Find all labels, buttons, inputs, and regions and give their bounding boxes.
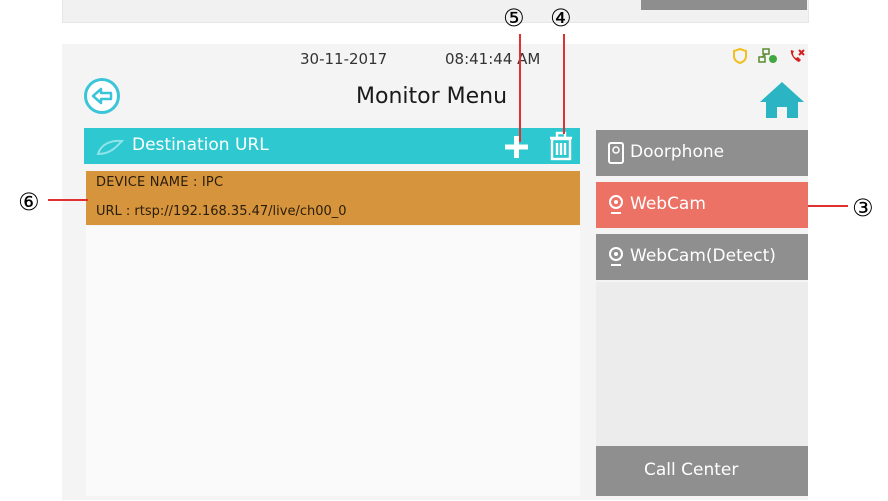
side-menu-label: WebCam	[630, 194, 706, 214]
home-icon	[760, 82, 804, 118]
home-button[interactable]	[758, 80, 806, 120]
webcam-icon	[609, 247, 623, 266]
callout-4: ④	[550, 4, 572, 32]
side-menu-webcam[interactable]: WebCam	[596, 182, 808, 228]
shield-icon	[733, 48, 747, 64]
page-title: Monitor Menu	[356, 84, 508, 109]
call-center-label: Call Center	[644, 460, 739, 480]
side-menu-webcam-detect[interactable]: WebCam(Detect)	[596, 234, 808, 280]
back-button[interactable]	[84, 78, 120, 114]
status-time-value: 08:41:44	[445, 50, 513, 68]
device-name-text: DEVICE NAME : IPC	[96, 175, 224, 190]
status-date: 30-11-2017	[300, 50, 388, 68]
arrow-left-icon	[91, 87, 113, 105]
callout-line-5	[519, 34, 521, 142]
destination-list-empty-area	[86, 226, 580, 496]
add-button[interactable]	[502, 133, 532, 161]
url-text: URL : rtsp://192.168.35.47/live/ch00_0	[96, 204, 347, 219]
callout-3: ③	[852, 194, 874, 222]
trash-icon	[550, 131, 572, 161]
delete-button[interactable]	[546, 131, 576, 161]
side-menu-doorphone[interactable]: Doorphone	[596, 130, 808, 176]
call-center-button[interactable]: Call Center	[596, 446, 808, 496]
side-menu-empty-area	[596, 282, 808, 446]
webcam-icon	[609, 195, 623, 214]
status-time: 08:41:44 AM	[445, 50, 540, 68]
network-icon	[758, 48, 777, 63]
destination-url-label: Destination URL	[132, 135, 269, 155]
callout-line-3	[808, 205, 848, 207]
plus-icon	[505, 136, 528, 158]
callout-line-4	[563, 34, 565, 134]
callout-line-6	[48, 199, 88, 201]
callout-5: ⑤	[503, 4, 525, 32]
side-menu-label: WebCam(Detect)	[630, 246, 776, 266]
top-panel-button-fragment	[641, 0, 807, 10]
link-icon	[96, 139, 125, 156]
doorphone-icon	[608, 142, 624, 164]
side-menu-label: Doorphone	[630, 142, 725, 162]
phone-missed-icon	[790, 49, 805, 62]
callout-6: ⑥	[18, 188, 40, 216]
